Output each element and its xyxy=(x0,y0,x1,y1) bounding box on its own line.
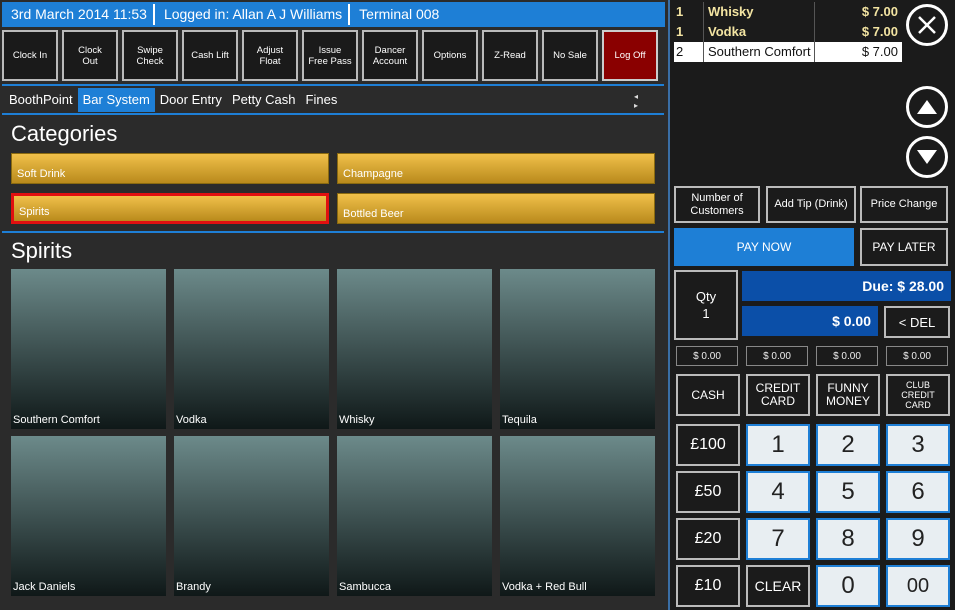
tender-amount-credit: $ 0.00 xyxy=(746,346,808,366)
tender-amount-funny: $ 0.00 xyxy=(816,346,878,366)
pay-now-button[interactable]: PAY NOW xyxy=(674,228,854,266)
keypad-6[interactable]: 6 xyxy=(886,471,950,513)
adjust-float-button[interactable]: Adjust Float xyxy=(242,30,298,81)
keypad-4[interactable]: 4 xyxy=(746,471,810,513)
right-pane: 1 Whisky $ 7.00 1 Vodka $ 7.00 2 Souther… xyxy=(668,0,955,610)
order-row[interactable]: 1 Whisky $ 7.00 xyxy=(674,2,902,22)
terminal-id: Terminal 008 xyxy=(359,6,440,22)
toolbar: Clock In Clock Out Swipe Check Cash Lift… xyxy=(2,30,658,81)
price-change-button[interactable]: Price Change xyxy=(860,186,948,223)
quick-cash-100-button[interactable]: £100 xyxy=(676,424,740,466)
divider xyxy=(2,231,664,233)
tender-amount-club: $ 0.00 xyxy=(886,346,948,366)
log-off-button[interactable]: Log Off xyxy=(602,30,658,81)
order-item-name: Vodka xyxy=(704,22,815,42)
clock-in-button[interactable]: Clock In xyxy=(2,30,58,81)
keypad-9[interactable]: 9 xyxy=(886,518,950,560)
product-tile[interactable]: Sambucca xyxy=(337,436,492,596)
keypad-0[interactable]: 0 xyxy=(816,565,880,607)
quick-cash-50-button[interactable]: £50 xyxy=(676,471,740,513)
product-tile[interactable]: Vodka xyxy=(174,269,329,429)
order-qty: 1 xyxy=(674,22,704,42)
pay-later-button[interactable]: PAY LATER xyxy=(860,228,948,266)
credit-card-tender-button[interactable]: CREDIT CARD xyxy=(746,374,810,416)
keypad-7[interactable]: 7 xyxy=(746,518,810,560)
arrow-up-icon xyxy=(917,100,937,114)
order-qty: 2 xyxy=(674,42,704,62)
logged-in-user: Logged in: Allan A J Williams xyxy=(155,4,351,25)
category-champagne[interactable]: Champagne xyxy=(337,153,655,184)
qty-value: 1 xyxy=(702,306,710,321)
categories-heading: Categories xyxy=(11,121,118,146)
order-qty: 1 xyxy=(674,2,704,22)
product-tile[interactable]: Whisky xyxy=(337,269,492,429)
keypad-1[interactable]: 1 xyxy=(746,424,810,466)
category-bottled-beer[interactable]: Bottled Beer xyxy=(337,193,655,224)
clock-out-button[interactable]: Clock Out xyxy=(62,30,118,81)
issue-free-pass-button[interactable]: Issue Free Pass xyxy=(302,30,358,81)
divider xyxy=(2,113,664,115)
order-item-price: $ 7.00 xyxy=(861,24,898,39)
tab-bar-system[interactable]: Bar System xyxy=(77,88,155,112)
cash-tender-button[interactable]: CASH xyxy=(676,374,740,416)
products-heading: Spirits xyxy=(11,238,73,263)
keypad-5[interactable]: 5 xyxy=(816,471,880,513)
arrow-down-icon xyxy=(917,150,937,164)
tab-door-entry[interactable]: Door Entry xyxy=(155,88,227,112)
tender-amount-cash: $ 0.00 xyxy=(676,346,738,366)
quick-cash-10-button[interactable]: £10 xyxy=(676,565,740,607)
status-bar: 3rd March 2014 11:53 Logged in: Allan A … xyxy=(2,2,665,27)
category-spirits[interactable]: Spirits xyxy=(11,193,329,224)
order-item-price: $ 7.00 xyxy=(861,44,898,59)
tab-boothpoint[interactable]: BoothPoint xyxy=(4,88,78,112)
order-item-price: $ 7.00 xyxy=(861,4,898,19)
swipe-check-button[interactable]: Swipe Check xyxy=(122,30,178,81)
no-sale-button[interactable]: No Sale xyxy=(542,30,598,81)
delete-button[interactable]: < DEL xyxy=(884,306,950,338)
tender-entry[interactable]: $ 0.00 xyxy=(742,306,878,336)
product-tile[interactable]: Southern Comfort xyxy=(11,269,166,429)
options-button[interactable]: Options xyxy=(422,30,478,81)
dancer-account-button[interactable]: Dancer Account xyxy=(362,30,418,81)
order-item-name: Southern Comfort xyxy=(704,42,815,62)
keypad-00[interactable]: 00 xyxy=(886,565,950,607)
category-soft-drink[interactable]: Soft Drink xyxy=(11,153,329,184)
scroll-up-button[interactable] xyxy=(906,86,948,128)
quick-cash-20-button[interactable]: £20 xyxy=(676,518,740,560)
order-row-selected[interactable]: 2 Southern Comfort $ 7.00 xyxy=(674,42,902,62)
clear-button[interactable]: CLEAR xyxy=(746,565,810,607)
product-tile[interactable]: Jack Daniels xyxy=(11,436,166,596)
scroll-down-button[interactable] xyxy=(906,136,948,178)
order-item-name: Whisky xyxy=(704,2,815,22)
product-tile[interactable]: Brandy xyxy=(174,436,329,596)
keypad-2[interactable]: 2 xyxy=(816,424,880,466)
order-row[interactable]: 1 Vodka $ 7.00 xyxy=(674,22,902,42)
tab-fines[interactable]: Fines xyxy=(301,88,343,112)
order-list: 1 Whisky $ 7.00 1 Vodka $ 7.00 2 Souther… xyxy=(674,2,902,62)
product-tile[interactable]: Vodka + Red Bull xyxy=(500,436,655,596)
tab-scroll-arrows-icon[interactable]: ◂ ▸ xyxy=(634,92,668,110)
divider xyxy=(2,84,664,86)
tab-bar: BoothPoint Bar System Door Entry Petty C… xyxy=(4,88,342,112)
amount-due: Due: $ 28.00 xyxy=(742,271,951,301)
add-tip-button[interactable]: Add Tip (Drink) xyxy=(766,186,856,223)
tab-petty-cash[interactable]: Petty Cash xyxy=(227,88,301,112)
keypad-3[interactable]: 3 xyxy=(886,424,950,466)
funny-money-tender-button[interactable]: FUNNY MONEY xyxy=(816,374,880,416)
close-button[interactable] xyxy=(906,4,948,46)
product-tile[interactable]: Tequila xyxy=(500,269,655,429)
number-of-customers-button[interactable]: Number of Customers xyxy=(674,186,760,223)
club-credit-card-tender-button[interactable]: CLUB CREDIT CARD xyxy=(886,374,950,416)
keypad-8[interactable]: 8 xyxy=(816,518,880,560)
qty-box[interactable]: Qty 1 xyxy=(674,270,738,340)
z-read-button[interactable]: Z-Read xyxy=(482,30,538,81)
cash-lift-button[interactable]: Cash Lift xyxy=(182,30,238,81)
left-pane: 3rd March 2014 11:53 Logged in: Allan A … xyxy=(0,0,668,610)
qty-label: Qty xyxy=(695,289,717,304)
close-icon xyxy=(918,16,936,34)
datetime: 3rd March 2014 11:53 xyxy=(2,4,155,25)
